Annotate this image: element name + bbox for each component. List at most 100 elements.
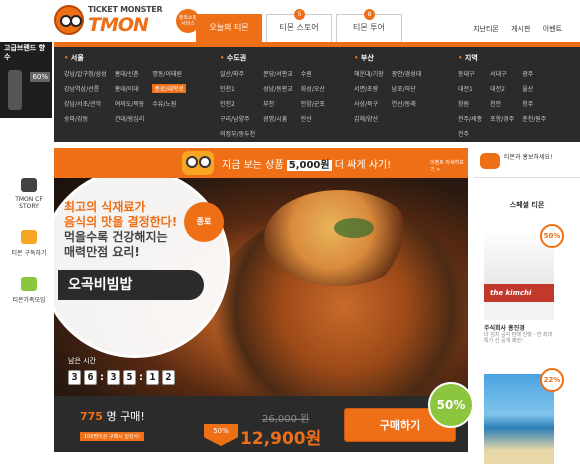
region-link[interactable]: 인천1 (220, 84, 255, 93)
region-link[interactable]: 창원 (458, 99, 482, 108)
region-link[interactable]: 대전1 (458, 84, 482, 93)
region-link[interactable]: 분당/서판교 (263, 69, 293, 78)
region-link[interactable]: 사상/북구 (354, 99, 384, 108)
region-link[interactable]: 강남/서초/관악 (64, 99, 107, 108)
region-link[interactable]: 전주/세종 (458, 114, 482, 123)
region-link[interactable]: 여의도/목동 (115, 99, 145, 108)
region-link[interactable]: 광주 (522, 69, 546, 78)
timer-digit: 2 (162, 370, 175, 385)
perfume-ad[interactable]: 고급브랜드 향수 60% (0, 42, 52, 118)
region-link[interactable]: 안산 (301, 114, 325, 123)
region-link[interactable]: 명동/이태원 (152, 69, 186, 78)
link-board[interactable]: 게시판 (511, 25, 530, 33)
mail-icon (21, 230, 37, 244)
region-link[interactable]: 화성/오산 (301, 84, 325, 93)
promo-amount: 5,000원 (286, 160, 332, 171)
tab-store[interactable]: 5 티몬 스토어 (266, 9, 332, 42)
region-link[interactable]: 김해/양산 (354, 114, 384, 123)
region-link[interactable]: 종로/대학로 (152, 84, 186, 93)
region-link[interactable]: 남포/하단 (392, 84, 422, 93)
region-link[interactable]: 서대구 (490, 69, 514, 78)
nav-cf-story[interactable]: TMON CF STORY (8, 178, 50, 210)
top-links: 지난티몬 게시판 이벤트 (463, 24, 562, 34)
family-icon (21, 277, 37, 291)
region-section-capital: 수도권 일산/파주 분당/서판교 수원인천1 성남/동판교 화성/오산인천2 부천 안양/군… (220, 53, 325, 138)
special-card-kimchi[interactable]: 50% the kimchi 주식회사 홍진경 더 김치 공식 판매 진행 - … (484, 224, 564, 344)
region-link[interactable]: 포항/경주 (490, 114, 514, 123)
region-link[interactable]: 강남역삼/선릉 (64, 84, 107, 93)
sale-price: 12,900원 (240, 429, 322, 449)
spoon-photo (264, 190, 414, 286)
region-list: 해운대/기장 광안/경성대서면/초량 남포/하단사상/북구 연산/동래김해/양산 (354, 69, 421, 123)
nav-family[interactable]: 티몬가족모임 (8, 277, 50, 304)
nav-label: TMON CF STORY (15, 196, 43, 210)
original-price: 26,000 원 (262, 414, 310, 425)
region-link[interactable]: 홍대/신촌 (115, 69, 145, 78)
promo-text: 지금 보는 상품 5,000원 더 싸게 사기! (222, 156, 391, 171)
region-link[interactable]: 전주 (458, 129, 482, 138)
region-section-busan: 부산 해운대/기장 광안/경성대서면/초량 남포/하단사상/북구 연산/동래김해/양산 (354, 53, 421, 123)
promo-banner[interactable]: 지금 보는 상품 5,000원 더 싸게 사기! 이벤트 자세히보기 > (54, 148, 468, 178)
region-link[interactable]: 울산 (522, 84, 546, 93)
card-discount: 50% (540, 224, 564, 248)
region-link[interactable]: 동대구 (458, 69, 482, 78)
region-link[interactable]: 광안/경성대 (392, 69, 422, 78)
tv-icon (21, 178, 37, 192)
timer-colon: : (100, 372, 104, 383)
region-title: 지역 (458, 53, 546, 63)
region-link[interactable]: 대전2 (490, 84, 514, 93)
region-link[interactable]: 강남/압구정/삼성 (64, 69, 107, 78)
region-list: 강남/압구정/삼성 홍대/신촌 명동/이태원강남역삼/선릉 홍대/이대 종로/대학로강남… (64, 69, 186, 123)
promo-text-pre: 지금 보는 상품 (222, 160, 287, 171)
timer-digit: 1 (146, 370, 159, 385)
region-link[interactable]: 천안 (490, 99, 514, 108)
tab-today[interactable]: 오늘의 티몬 (196, 14, 262, 42)
region-link[interactable]: 송파/강동 (64, 114, 107, 123)
region-link[interactable]: 구리/남양주 (220, 114, 255, 123)
region-link[interactable]: 안양/군포 (301, 99, 325, 108)
discount-badge: 50% (428, 382, 474, 428)
link-event[interactable]: 이벤트 (543, 25, 562, 33)
ad-title: 고급브랜드 향수 (4, 44, 46, 61)
special-card-travel[interactable]: 22% (484, 368, 564, 464)
region-link[interactable]: 수유/노원 (152, 99, 186, 108)
region-link[interactable]: 연산/동래 (392, 99, 422, 108)
promote-text: 티몬과 홍보하세요! (504, 154, 553, 161)
deal-name: 오곡비빔밥 (58, 270, 204, 300)
timer-digit: 5 (123, 370, 136, 385)
mascot-icon (480, 153, 500, 169)
tab-label: 오늘의 티몬 (209, 23, 249, 32)
region-link[interactable]: 인천2 (220, 99, 255, 108)
region-link[interactable]: 수원 (301, 69, 325, 78)
bought-number: 775 (80, 410, 103, 423)
bought-suffix: 명 구매! (106, 410, 145, 423)
region-link[interactable]: 성남/동판교 (263, 84, 293, 93)
region-link[interactable]: 건대/왕십리 (115, 114, 145, 123)
region-link[interactable]: 서면/초량 (354, 84, 384, 93)
region-link[interactable]: 부천 (263, 99, 293, 108)
tab-count-badge: 5 (294, 9, 305, 20)
kimchi-brand: the kimchi (490, 289, 532, 297)
deal-hero[interactable]: 최고의 식재료가 음식의 맛을 결정한다! 먹을수록 건강해지는 매력만점 요리… (54, 178, 468, 396)
region-title: 부산 (354, 53, 421, 63)
region-link[interactable]: 홍대/이대 (115, 84, 145, 93)
promote-with-tmon[interactable]: 티몬과 홍보하세요! (474, 148, 580, 178)
region-link[interactable]: 일산/파주 (220, 69, 255, 78)
nav-subscribe[interactable]: 티몬 구독하기 (8, 230, 50, 257)
tab-tour[interactable]: 8 티몬 투어 (336, 9, 402, 42)
region-section-seoul: 서울 강남/압구정/삼성 홍대/신촌 명동/이태원강남역삼/선릉 홍대/이대 종로/대학… (64, 53, 186, 123)
region-link[interactable]: 청주 (522, 99, 546, 108)
promo-detail-link[interactable]: 이벤트 자세히보기 > (430, 159, 468, 173)
perfume-bottle-image (8, 70, 22, 110)
greens-photo (334, 218, 374, 238)
ad-discount: 60% (30, 72, 50, 82)
region-link[interactable]: 의정부/동두천 (220, 129, 255, 138)
region-link[interactable]: 광명/시흥 (263, 114, 293, 123)
timer-colon: : (139, 372, 143, 383)
location-badge: 종로 (184, 202, 224, 242)
link-past-tmon[interactable]: 지난티몬 (473, 25, 499, 33)
tmon-logo[interactable]: TICKET MONSTER TMON 행복쇼핑 서비스 (54, 3, 204, 39)
logo-small-text: TICKET MONSTER (88, 5, 163, 14)
region-link[interactable]: 춘천/원주 (522, 114, 546, 123)
region-link[interactable]: 해운대/기장 (354, 69, 384, 78)
